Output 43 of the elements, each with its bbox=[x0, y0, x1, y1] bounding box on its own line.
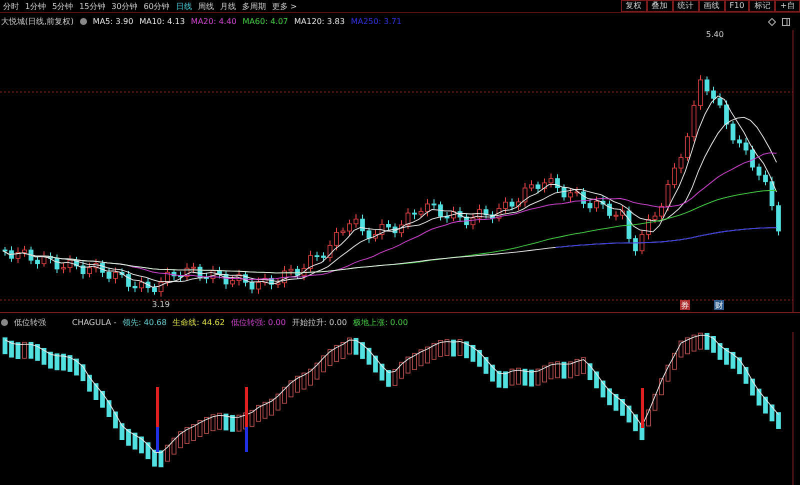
signal-marker bbox=[641, 388, 644, 428]
period-tab[interactable]: 1分钟 bbox=[25, 0, 46, 12]
toolbar-button[interactable]: 复权 bbox=[620, 0, 647, 12]
ma-value: MA60: 4.07 bbox=[242, 17, 288, 26]
signal-marker bbox=[245, 387, 248, 452]
indicator-value: 极地上涨: 0.00 bbox=[352, 317, 408, 328]
settings-icon[interactable] bbox=[80, 18, 87, 25]
ma-value: MA10: 4.13 bbox=[139, 17, 185, 26]
period-tab[interactable]: 更多 > bbox=[272, 0, 297, 12]
indicator-title: 低位转强 bbox=[14, 317, 46, 328]
diamond-icon[interactable] bbox=[768, 18, 776, 26]
high-price-label: 5.40 bbox=[706, 30, 724, 39]
ma-value: MA120: 3.83 bbox=[294, 17, 345, 26]
period-tab[interactable]: 日线 bbox=[176, 0, 192, 12]
ma-value: MA250: 3.71 bbox=[350, 17, 402, 26]
toolbar-button[interactable]: 画线 bbox=[698, 0, 725, 12]
period-tab[interactable]: 多周期 bbox=[242, 0, 266, 12]
toolbar-button[interactable]: +自 bbox=[775, 0, 800, 12]
indicator-value: 生命线: 44.62 bbox=[172, 317, 225, 328]
period-tab[interactable]: 15分钟 bbox=[79, 0, 106, 12]
period-tab[interactable]: 周线 bbox=[198, 0, 214, 12]
period-tab[interactable]: 60分钟 bbox=[144, 0, 170, 12]
toolbar-button[interactable]: F10 bbox=[724, 0, 750, 12]
ma-value: MA20: 4.40 bbox=[190, 17, 237, 26]
period-tab[interactable]: 5分钟 bbox=[52, 0, 74, 12]
toolbar-button[interactable]: 叠加 bbox=[646, 0, 673, 12]
indicator-formula: CHAGULA - bbox=[72, 318, 117, 327]
indicator-value: 低位转强: 0.00 bbox=[230, 317, 286, 328]
low-price-label: 3.19 bbox=[152, 300, 170, 309]
period-tab[interactable]: 分时 bbox=[3, 0, 19, 12]
period-tab[interactable]: 30分钟 bbox=[111, 0, 138, 12]
indicator-value: 领先: 40.68 bbox=[122, 317, 167, 328]
info-badge[interactable]: 券 bbox=[680, 300, 690, 310]
stock-title: 大悦城(日线,前复权) bbox=[1, 16, 74, 27]
signal-marker bbox=[156, 387, 159, 452]
info-badge[interactable]: 财 bbox=[714, 300, 724, 310]
period-tab[interactable]: 月线 bbox=[220, 0, 236, 12]
toolbar-button[interactable]: 统计 bbox=[672, 0, 699, 12]
indicator-value: 开始拉升: 0.00 bbox=[292, 317, 347, 328]
ma-value: MA5: 3.90 bbox=[92, 17, 134, 26]
toolbar-button[interactable]: 标记 bbox=[749, 0, 776, 12]
panel-icon[interactable] bbox=[782, 18, 790, 26]
settings-icon[interactable] bbox=[1, 319, 8, 326]
